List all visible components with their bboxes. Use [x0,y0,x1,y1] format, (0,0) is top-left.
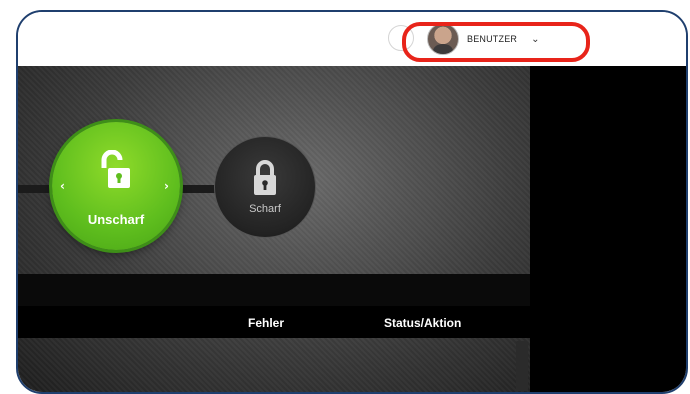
chevron-left-icon[interactable]: ‹ [60,179,65,193]
chevron-right-icon[interactable]: › [164,179,169,193]
column-header-status[interactable]: Status/Aktion [384,316,461,330]
right-panel [530,66,686,392]
mode-label-unscharf: Unscharf [87,212,145,227]
mode-label-scharf: Scharf [249,203,281,215]
unlocked-padlock-icon [101,150,130,188]
user-menu-highlight [402,22,590,62]
mode-button-scharf[interactable]: Scharf [214,136,316,238]
table-toolbar [18,274,530,307]
column-header-fehler[interactable]: Fehler [248,316,284,330]
locked-padlock-icon [254,160,276,195]
mode-stage: ‹ › Unscharf Scharf Fehler Status/Aktion [18,66,530,392]
top-bar: › BENUTZER ⌄ [18,12,686,66]
table-scrollbar[interactable] [516,341,528,391]
table-header: Fehler Status/Aktion [18,306,530,338]
app-window: › BENUTZER ⌄ ‹ › Unscharf Scharf Fehler … [16,10,688,394]
mode-button-unscharf[interactable]: ‹ › Unscharf [52,122,180,250]
